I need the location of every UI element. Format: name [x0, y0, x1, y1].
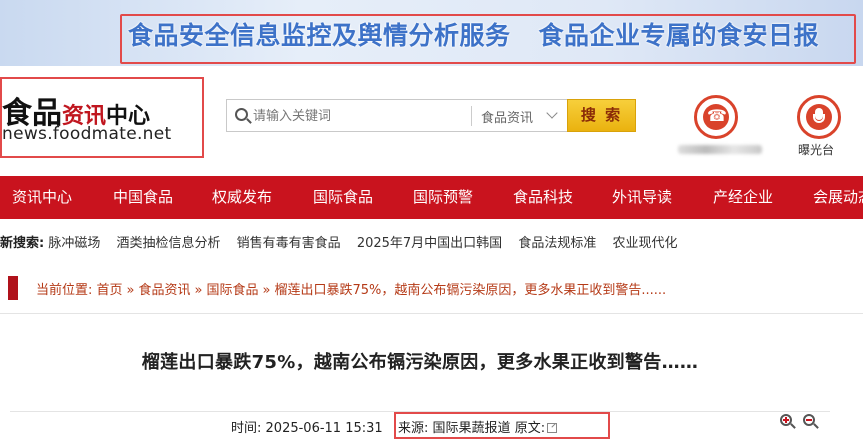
breadcrumb-separator: »: [126, 283, 135, 298]
search-keyword[interactable]: 食品法规标准: [518, 236, 596, 251]
article-title: 榴莲出口暴跌75%，越南公布镉污染原因，更多水果正收到警告……: [141, 352, 699, 373]
nav-item-intl-food[interactable]: 国际食品: [313, 176, 373, 219]
exposure-label[interactable]: 曝光台: [798, 141, 834, 158]
phone-glyph: ☎: [707, 106, 727, 125]
search-keyword[interactable]: 农业现代化: [612, 236, 677, 251]
divider: [0, 313, 863, 314]
chevron-down-icon[interactable]: [546, 107, 558, 119]
nav-item-food-tech[interactable]: 食品科技: [513, 176, 573, 219]
breadcrumb-prefix: 当前位置:: [36, 283, 93, 298]
search-keyword[interactable]: 脉冲磁场: [48, 236, 100, 251]
banner-text-left: 食品安全信息监控及舆情分析服务: [128, 21, 511, 50]
article-source: 来源: 国际果蔬报道 原文:: [398, 417, 558, 436]
nav-item-authority[interactable]: 权威发布: [212, 176, 272, 219]
search-keyword[interactable]: 酒类抽检信息分析: [117, 236, 221, 251]
nav-item-intl-alert[interactable]: 国际预警: [413, 176, 473, 219]
search-button[interactable]: 搜 索: [567, 99, 636, 132]
search-divider: [471, 106, 472, 126]
zoom-out-icon[interactable]: [803, 414, 819, 430]
breadcrumb: 当前位置: 首页» 食品资讯» 国际食品» 榴莲出口暴跌75%，越南公布镉污染原因，更…: [36, 279, 666, 298]
banner-text[interactable]: 食品安全信息监控及舆情分析服务 食品企业专属的食安日报: [128, 17, 819, 55]
breadcrumb-food-news[interactable]: 食品资讯: [139, 283, 191, 298]
nav-item-foreign-news[interactable]: 外讯导读: [612, 176, 672, 219]
banner-text-right: 食品企业专属的食安日报: [538, 21, 820, 50]
breadcrumb-intl-food[interactable]: 国际食品: [207, 283, 259, 298]
main-nav: 资讯中心 中国食品 权威发布 国际食品 国际预警 食品科技 外讯导读 产经企业 …: [0, 176, 863, 219]
hotline-number-blurred: [678, 145, 762, 154]
source-label: 来源:: [398, 421, 429, 436]
nav-item-news-center[interactable]: 资讯中心: [12, 176, 72, 219]
article-time: 时间: 2025-06-11 15:31: [231, 417, 383, 436]
logo-domain[interactable]: news.foodmate.net: [2, 124, 171, 144]
latest-searches: 最新搜索: 脉冲磁场 酒类抽检信息分析 销售有毒有害食品 2025年7月中国出口…: [0, 232, 689, 251]
time-value: 2025-06-11 15:31: [265, 421, 383, 436]
search-bar: 食品资讯 搜 索: [226, 99, 636, 132]
search-icon: [235, 108, 248, 121]
nav-item-exhibitions[interactable]: 会展动态: [813, 176, 863, 219]
search-keyword[interactable]: 2025年7月中国出口韩国: [357, 236, 502, 251]
search-category-select[interactable]: 食品资讯: [481, 107, 533, 126]
breadcrumb-separator: »: [194, 283, 203, 298]
search-keyword[interactable]: 销售有毒有害食品: [237, 236, 341, 251]
latest-searches-label: 最新搜索:: [0, 236, 45, 251]
breadcrumb-marker: [8, 276, 18, 300]
nav-item-china-food[interactable]: 中国食品: [113, 176, 173, 219]
breadcrumb-separator: »: [262, 283, 271, 298]
page: 食品安全信息监控及舆情分析服务 食品企业专属的食安日报 食品资讯中心 news.f…: [0, 0, 863, 443]
breadcrumb-home[interactable]: 首页: [97, 283, 123, 298]
zoom-in-icon[interactable]: [780, 414, 796, 430]
nav-item-industry[interactable]: 产经企业: [713, 176, 773, 219]
breadcrumb-current: 榴莲出口暴跌75%，越南公布镉污染原因，更多水果正收到警告......: [274, 283, 667, 298]
external-link-icon[interactable]: [547, 423, 558, 433]
time-label: 时间:: [231, 421, 262, 436]
original-label: 原文:: [514, 421, 546, 436]
search-input[interactable]: [253, 105, 488, 127]
source-value: 国际果蔬报道: [432, 421, 511, 436]
